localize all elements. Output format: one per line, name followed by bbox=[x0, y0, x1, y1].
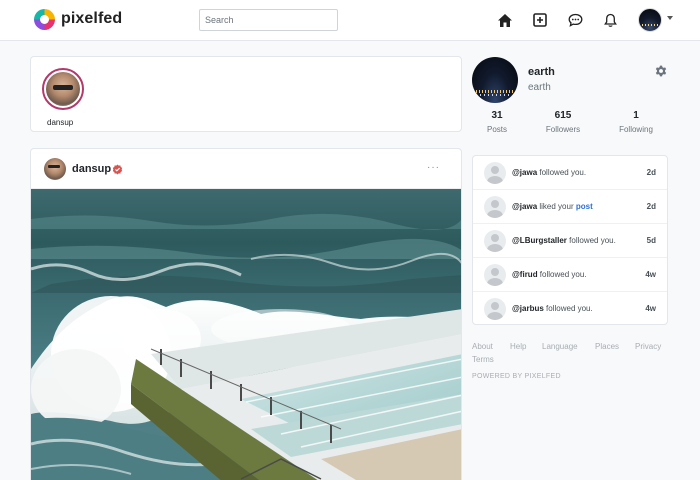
messages-icon[interactable] bbox=[565, 10, 585, 30]
notification-item[interactable]: @firud followed you. 4w bbox=[473, 258, 667, 292]
add-post-icon[interactable] bbox=[530, 10, 550, 30]
notification-time: 2d bbox=[646, 168, 656, 177]
stat-followers-count: 615 bbox=[554, 110, 572, 121]
post-author-avatar[interactable] bbox=[44, 158, 66, 180]
brand-name[interactable]: pixelfed bbox=[61, 10, 122, 28]
notification-time: 4w bbox=[645, 304, 656, 313]
notification-avatar[interactable] bbox=[484, 298, 506, 320]
footer-link-places[interactable]: Places bbox=[595, 342, 619, 351]
post-image[interactable] bbox=[31, 189, 461, 480]
notification-item[interactable]: @jawa followed you. 2d bbox=[473, 156, 667, 190]
notification-avatar[interactable] bbox=[484, 196, 506, 218]
post-author-username[interactable]: dansup bbox=[72, 163, 111, 175]
user-avatar[interactable] bbox=[638, 8, 662, 32]
stat-followers-label: Followers bbox=[545, 125, 581, 134]
stat-posts-label: Posts bbox=[486, 125, 507, 134]
post-options-button[interactable]: ··· bbox=[427, 162, 440, 173]
chevron-down-icon[interactable] bbox=[667, 16, 673, 20]
notifications-icon[interactable] bbox=[600, 10, 620, 30]
notification-time: 5d bbox=[646, 236, 656, 245]
notification-text: @jawa followed you. bbox=[512, 168, 586, 177]
profile-avatar[interactable] bbox=[472, 57, 518, 103]
footer-link-privacy[interactable]: Privacy bbox=[635, 342, 661, 351]
profile-name[interactable]: earth bbox=[528, 66, 555, 78]
footer-link-terms[interactable]: Terms bbox=[472, 355, 494, 364]
notification-action: followed you. bbox=[537, 168, 587, 177]
stat-posts-count: 31 bbox=[491, 110, 503, 121]
pixelfed-logo[interactable] bbox=[34, 9, 55, 30]
notification-user[interactable]: @LBurgstaller bbox=[512, 236, 567, 245]
notification-text: @jawa liked your post bbox=[512, 202, 593, 211]
notification-action: followed you. bbox=[537, 270, 587, 279]
notification-item[interactable]: @LBurgstaller followed you. 5d bbox=[473, 224, 667, 258]
post-card: dansup ··· bbox=[30, 148, 462, 480]
notification-time: 2d bbox=[646, 202, 656, 211]
notification-text: @firud followed you. bbox=[512, 270, 587, 279]
notification-action: followed you. bbox=[543, 304, 593, 313]
powered-by-text: POWERED BY PIXELFED bbox=[472, 373, 561, 380]
settings-gear-icon[interactable] bbox=[654, 64, 668, 78]
notification-text: @LBurgstaller followed you. bbox=[512, 236, 616, 245]
notification-item[interactable]: @jawa liked your post 2d bbox=[473, 190, 667, 224]
footer-link-about[interactable]: About bbox=[472, 342, 493, 351]
notification-user[interactable]: @firud bbox=[512, 270, 538, 279]
footer-link-help[interactable]: Help bbox=[510, 342, 526, 351]
notification-post-link[interactable]: post bbox=[576, 202, 593, 211]
notification-avatar[interactable] bbox=[484, 162, 506, 184]
notification-text: @jarbus followed you. bbox=[512, 304, 593, 313]
profile-username: earth bbox=[528, 82, 551, 93]
story-avatar bbox=[46, 72, 80, 106]
search-input[interactable] bbox=[199, 9, 338, 31]
stat-following-count: 1 bbox=[633, 110, 639, 121]
notification-user[interactable]: @jawa bbox=[512, 168, 537, 177]
notification-avatar[interactable] bbox=[484, 230, 506, 252]
notification-item[interactable]: @jarbus followed you. 4w bbox=[473, 292, 667, 326]
notification-avatar[interactable] bbox=[484, 264, 506, 286]
notification-time: 4w bbox=[645, 270, 656, 279]
notification-action: followed you. bbox=[566, 236, 616, 245]
footer-link-language[interactable]: Language bbox=[542, 342, 578, 351]
verified-badge-icon bbox=[112, 164, 123, 175]
top-navbar: pixelfed bbox=[0, 0, 700, 41]
story-username[interactable]: dansup bbox=[47, 118, 73, 127]
home-icon[interactable] bbox=[495, 10, 515, 30]
notifications-card: @jawa followed you. 2d @jawa liked your … bbox=[472, 155, 668, 325]
stories-card: dansup bbox=[30, 56, 462, 132]
notification-action: liked your bbox=[537, 202, 576, 211]
notification-user[interactable]: @jarbus bbox=[512, 304, 544, 313]
post-header: dansup ··· bbox=[31, 149, 461, 189]
story-avatar-ring[interactable] bbox=[42, 68, 84, 110]
stat-followers[interactable]: 615 Followers bbox=[533, 110, 593, 134]
notification-user[interactable]: @jawa bbox=[512, 202, 537, 211]
stat-following[interactable]: 1 Following bbox=[606, 110, 666, 134]
stat-posts[interactable]: 31 Posts bbox=[467, 110, 527, 134]
stat-following-label: Following bbox=[619, 125, 653, 134]
